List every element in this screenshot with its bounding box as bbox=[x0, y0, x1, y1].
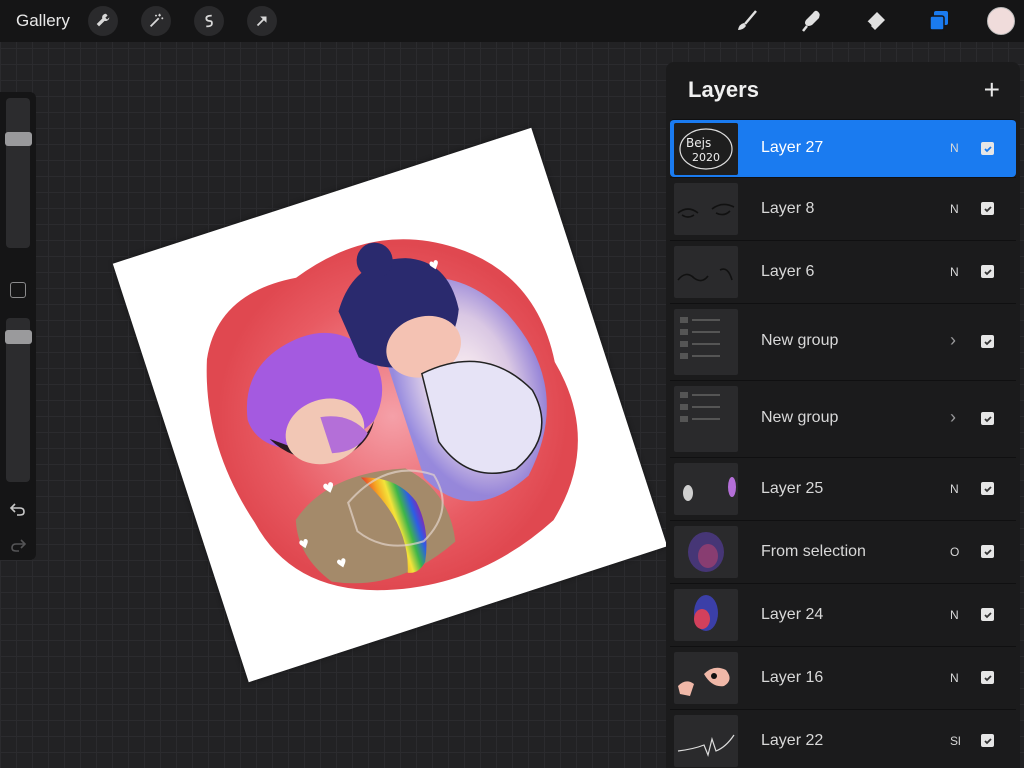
brush-size-slider[interactable] bbox=[6, 98, 30, 248]
gallery-button[interactable]: Gallery bbox=[16, 11, 70, 31]
layer-thumbnail bbox=[674, 715, 738, 767]
visibility-checkbox[interactable] bbox=[981, 202, 994, 215]
layer-name: Layer 16 bbox=[761, 669, 824, 686]
left-sidebar bbox=[0, 92, 36, 560]
layer-name: Layer 22 bbox=[761, 732, 824, 749]
brush-icon[interactable] bbox=[731, 5, 763, 37]
blend-mode[interactable]: O bbox=[950, 545, 959, 559]
layer-name: Layer 27 bbox=[761, 139, 824, 156]
visibility-checkbox[interactable] bbox=[981, 608, 994, 621]
visibility-checkbox[interactable] bbox=[981, 412, 994, 425]
svg-text:Bejs: Bejs bbox=[686, 136, 711, 150]
layer-row-from-selection[interactable]: From selection O bbox=[670, 520, 1016, 583]
color-picker[interactable] bbox=[987, 7, 1015, 35]
blend-mode[interactable]: N bbox=[950, 608, 959, 622]
visibility-checkbox[interactable] bbox=[981, 265, 994, 278]
layers-title: Layers bbox=[688, 77, 759, 102]
layers-panel: Layers + Bejs 2020 Layer 27 N Layer 8 N L… bbox=[666, 62, 1020, 768]
blend-mode[interactable]: N bbox=[950, 671, 959, 685]
layer-name: Layer 8 bbox=[761, 200, 815, 217]
layer-row-25[interactable]: Layer 25 N bbox=[670, 457, 1016, 520]
modify-button[interactable] bbox=[10, 282, 26, 298]
layer-thumbnail bbox=[674, 183, 738, 235]
opacity-thumb[interactable] bbox=[5, 330, 32, 344]
layer-row-8[interactable]: Layer 8 N bbox=[670, 177, 1016, 240]
transform-arrow-icon[interactable] bbox=[246, 6, 277, 36]
layer-name: From selection bbox=[761, 543, 866, 560]
layer-name: Layer 24 bbox=[761, 606, 824, 623]
visibility-checkbox[interactable] bbox=[981, 142, 994, 155]
visibility-checkbox[interactable] bbox=[981, 671, 994, 684]
group-row-1[interactable]: New group › bbox=[670, 303, 1016, 380]
visibility-checkbox[interactable] bbox=[981, 335, 994, 348]
undo-icon[interactable] bbox=[9, 500, 27, 518]
layers-icon[interactable] bbox=[923, 5, 955, 37]
smudge-icon[interactable] bbox=[795, 5, 827, 37]
blend-mode[interactable]: N bbox=[950, 202, 959, 216]
blend-mode[interactable]: N bbox=[950, 265, 959, 279]
group-thumbnail bbox=[674, 386, 738, 452]
right-toolset bbox=[731, 0, 1024, 42]
visibility-checkbox[interactable] bbox=[981, 734, 994, 747]
layer-name: Layer 25 bbox=[761, 480, 824, 497]
layer-row-22[interactable]: Layer 22 Sl bbox=[670, 709, 1016, 768]
layer-thumbnail bbox=[674, 246, 738, 298]
redo-icon[interactable] bbox=[9, 536, 27, 554]
blend-mode[interactable]: Sl bbox=[950, 734, 961, 748]
layer-thumbnail bbox=[674, 463, 738, 515]
visibility-checkbox[interactable] bbox=[981, 545, 994, 558]
magic-wand-icon[interactable] bbox=[140, 6, 171, 36]
blend-mode[interactable]: N bbox=[950, 141, 959, 155]
brush-size-thumb[interactable] bbox=[5, 132, 32, 146]
layer-thumbnail: Bejs 2020 bbox=[674, 123, 738, 175]
group-name: New group bbox=[761, 332, 839, 349]
group-row-2[interactable]: New group › bbox=[670, 380, 1016, 457]
layer-row-6[interactable]: Layer 6 N bbox=[670, 240, 1016, 303]
top-toolbar: Gallery bbox=[0, 0, 1024, 42]
layer-name: Layer 6 bbox=[761, 263, 815, 280]
group-thumbnail bbox=[674, 309, 738, 375]
svg-text:2020: 2020 bbox=[692, 151, 720, 164]
blend-mode[interactable]: N bbox=[950, 482, 959, 496]
add-layer-button[interactable]: + bbox=[984, 76, 1000, 104]
layer-thumbnail bbox=[674, 589, 738, 641]
chevron-right-icon[interactable]: › bbox=[950, 330, 956, 351]
layer-row-24[interactable]: Layer 24 N bbox=[670, 583, 1016, 646]
group-name: New group bbox=[761, 409, 839, 426]
chevron-right-icon[interactable]: › bbox=[950, 407, 956, 428]
wrench-icon[interactable] bbox=[87, 6, 118, 36]
layers-header: Layers + bbox=[666, 62, 1020, 118]
layer-row-27[interactable]: Bejs 2020 Layer 27 N bbox=[670, 119, 1016, 177]
visibility-checkbox[interactable] bbox=[981, 482, 994, 495]
selection-icon[interactable] bbox=[193, 6, 224, 36]
eraser-icon[interactable] bbox=[859, 5, 891, 37]
layer-thumbnail bbox=[674, 526, 738, 578]
layer-row-16[interactable]: Layer 16 N bbox=[670, 646, 1016, 709]
layer-thumbnail bbox=[674, 652, 738, 704]
